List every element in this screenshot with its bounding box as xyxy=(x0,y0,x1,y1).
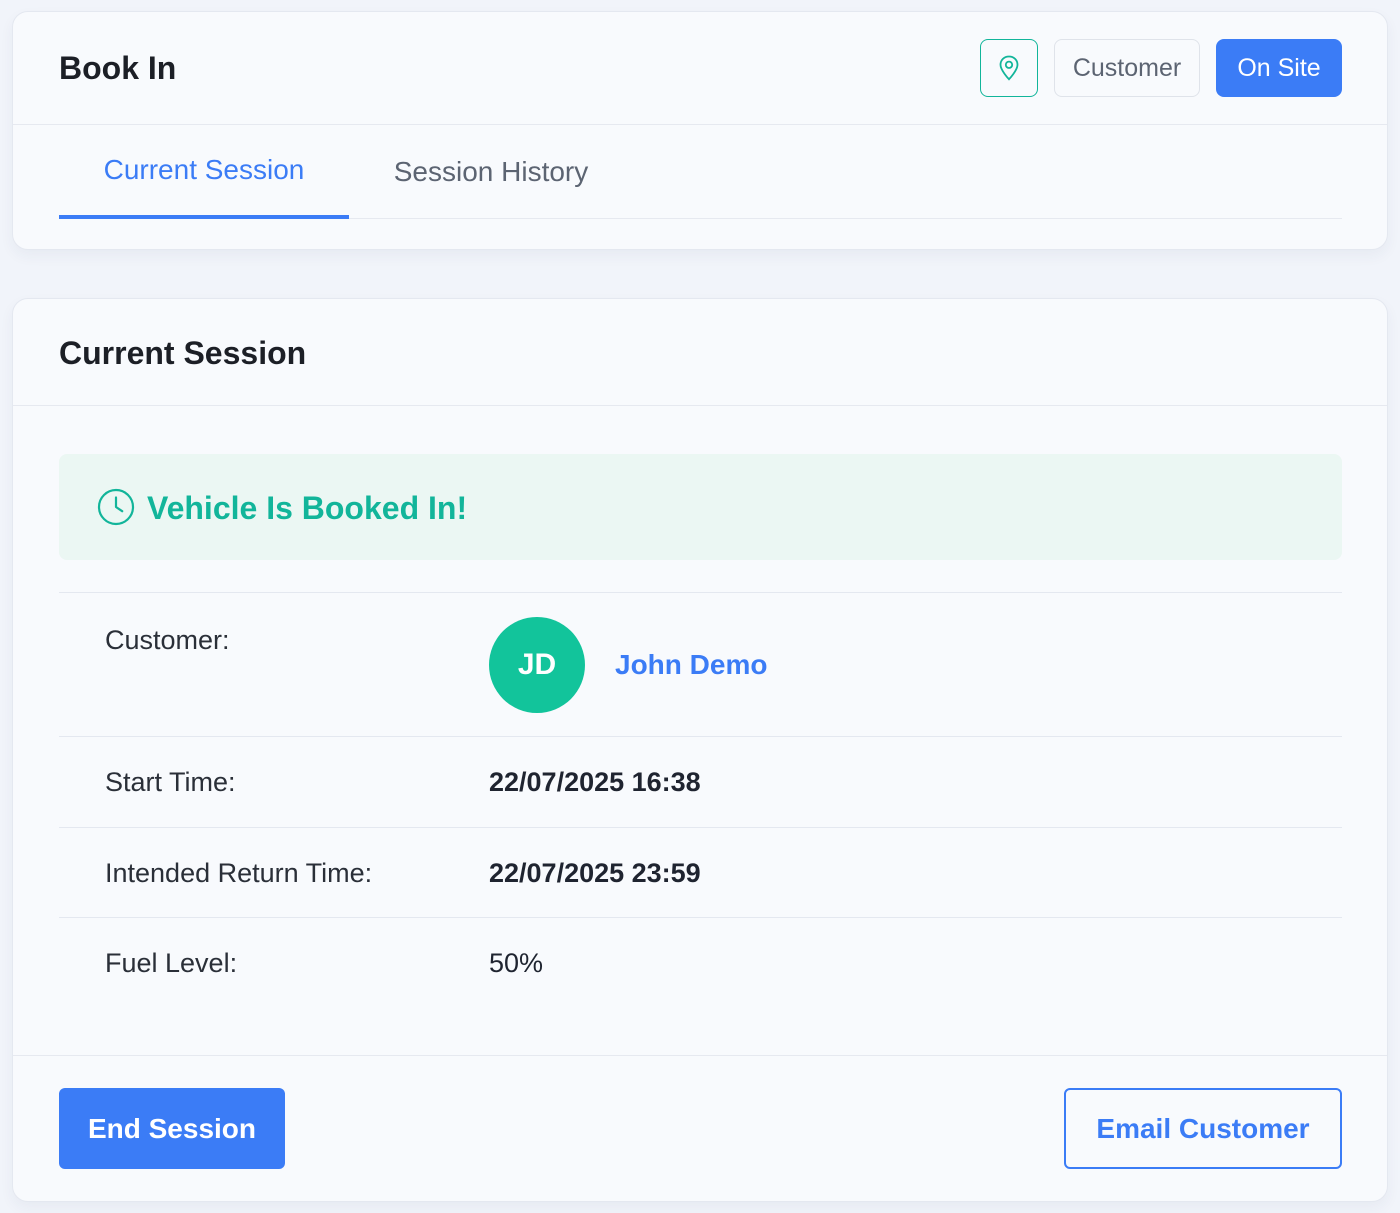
customer-button[interactable]: Customer xyxy=(1054,39,1200,97)
map-pin-icon xyxy=(999,55,1019,81)
tab-session-history[interactable]: Session History xyxy=(349,125,633,219)
book-in-header: Book In Customer On Site xyxy=(13,12,1387,125)
fuel-level-row: Fuel Level: 50% xyxy=(59,917,1342,1009)
start-time-label: Start Time: xyxy=(105,767,236,797)
on-site-button[interactable]: On Site xyxy=(1216,39,1342,97)
session-actions: End Session Email Customer xyxy=(13,1055,1387,1202)
customer-row: Customer: JD John Demo xyxy=(59,592,1342,736)
location-button[interactable] xyxy=(980,39,1038,97)
return-time-row: Intended Return Time: 22/07/2025 23:59 xyxy=(59,827,1342,917)
tab-current-session[interactable]: Current Session xyxy=(59,125,349,219)
book-in-card: Book In Customer On Site Current Session… xyxy=(12,11,1388,250)
email-customer-button[interactable]: Email Customer xyxy=(1064,1088,1342,1169)
return-time-label: Intended Return Time: xyxy=(105,858,373,888)
fuel-level-value: 50% xyxy=(489,948,544,978)
page-title: Book In xyxy=(59,50,177,86)
start-time-row: Start Time: 22/07/2025 16:38 xyxy=(59,736,1342,827)
return-time-value: 22/07/2025 23:59 xyxy=(489,858,701,888)
end-session-button[interactable]: End Session xyxy=(59,1088,285,1169)
customer-name-link[interactable]: John Demo xyxy=(615,649,767,681)
customer-label: Customer: xyxy=(105,625,230,655)
section-title: Current Session xyxy=(59,335,307,371)
session-tabs: Current Session Session History xyxy=(59,125,1342,219)
current-session-header: Current Session xyxy=(13,299,1387,406)
fuel-level-label: Fuel Level: xyxy=(105,948,238,978)
alert-text: Vehicle Is Booked In! xyxy=(147,490,468,526)
booked-in-alert: Vehicle Is Booked In! xyxy=(59,454,1342,560)
avatar: JD xyxy=(489,617,585,713)
clock-icon xyxy=(97,488,135,526)
start-time-value: 22/07/2025 16:38 xyxy=(489,767,701,797)
current-session-card: Current Session Vehicle Is Booked In! Cu… xyxy=(12,298,1388,1202)
